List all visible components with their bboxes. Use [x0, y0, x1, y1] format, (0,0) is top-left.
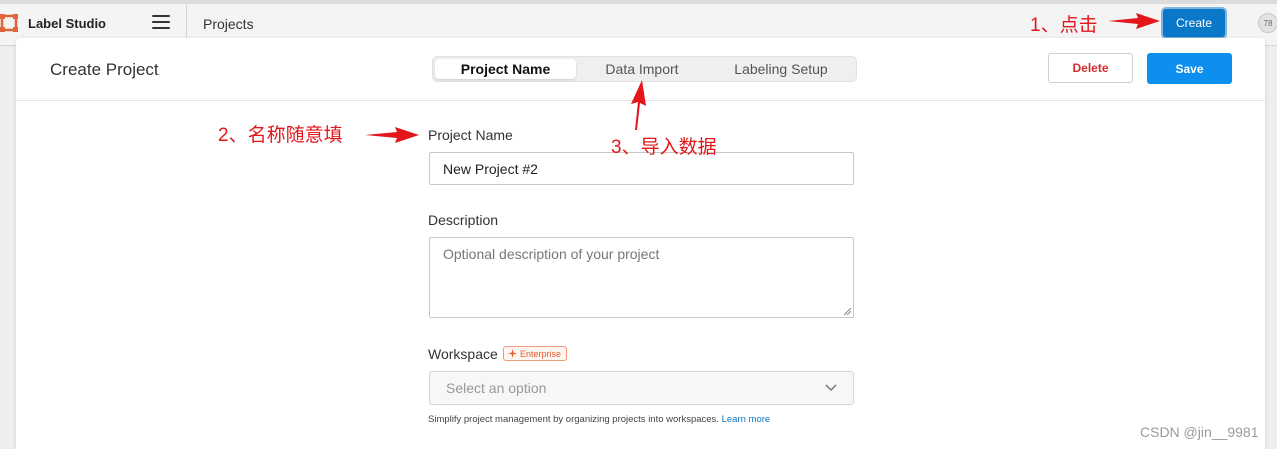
delete-button[interactable]: Delete — [1048, 53, 1133, 83]
workspace-label: Workspace — [428, 346, 498, 362]
watermark: CSDN @jin__9981 — [1140, 424, 1259, 440]
tab-project-name[interactable]: Project Name — [435, 59, 576, 79]
enterprise-badge-label: Enterprise — [520, 348, 562, 359]
description-placeholder: Optional description of your project — [443, 246, 660, 262]
workspace-help-text: Simplify project management by organizin… — [428, 414, 770, 425]
annotation-step2: 2、名称随意填 — [218, 125, 343, 146]
learn-more-link[interactable]: Learn more — [722, 414, 771, 425]
app-name: Label Studio — [28, 16, 106, 31]
avatar[interactable]: 78 — [1258, 13, 1277, 33]
arrow-to-create-icon — [1108, 13, 1160, 29]
annotation-step1: 1、点击 — [1030, 15, 1098, 36]
step-tabs: Project Name Data Import Labeling Setup — [432, 56, 857, 82]
project-name-label: Project Name — [428, 127, 513, 143]
arrow-to-name-icon — [365, 127, 419, 143]
modal-title: Create Project — [50, 60, 159, 79]
chevron-down-icon — [825, 384, 837, 392]
tab-data-import[interactable]: Data Import — [583, 59, 701, 79]
hamburger-menu-icon[interactable] — [152, 15, 170, 31]
create-button[interactable]: Create — [1163, 9, 1225, 37]
workspace-select-placeholder: Select an option — [446, 380, 547, 396]
tab-labeling-setup[interactable]: Labeling Setup — [711, 59, 851, 79]
logo-icon — [0, 14, 18, 32]
annotation-step3: 3、导入数据 — [611, 137, 717, 158]
breadcrumb-projects[interactable]: Projects — [203, 16, 254, 32]
enterprise-badge: Enterprise — [503, 346, 568, 361]
resize-grip-icon[interactable] — [844, 308, 851, 315]
description-label: Description — [428, 212, 499, 228]
save-button[interactable]: Save — [1147, 53, 1232, 84]
sparkle-icon — [508, 349, 517, 358]
workspace-select[interactable]: Select an option — [429, 371, 854, 405]
description-textarea[interactable]: Optional description of your project — [429, 237, 854, 318]
help-text: Simplify project management by organizin… — [428, 414, 719, 425]
arrow-to-data-import-icon — [631, 80, 646, 130]
